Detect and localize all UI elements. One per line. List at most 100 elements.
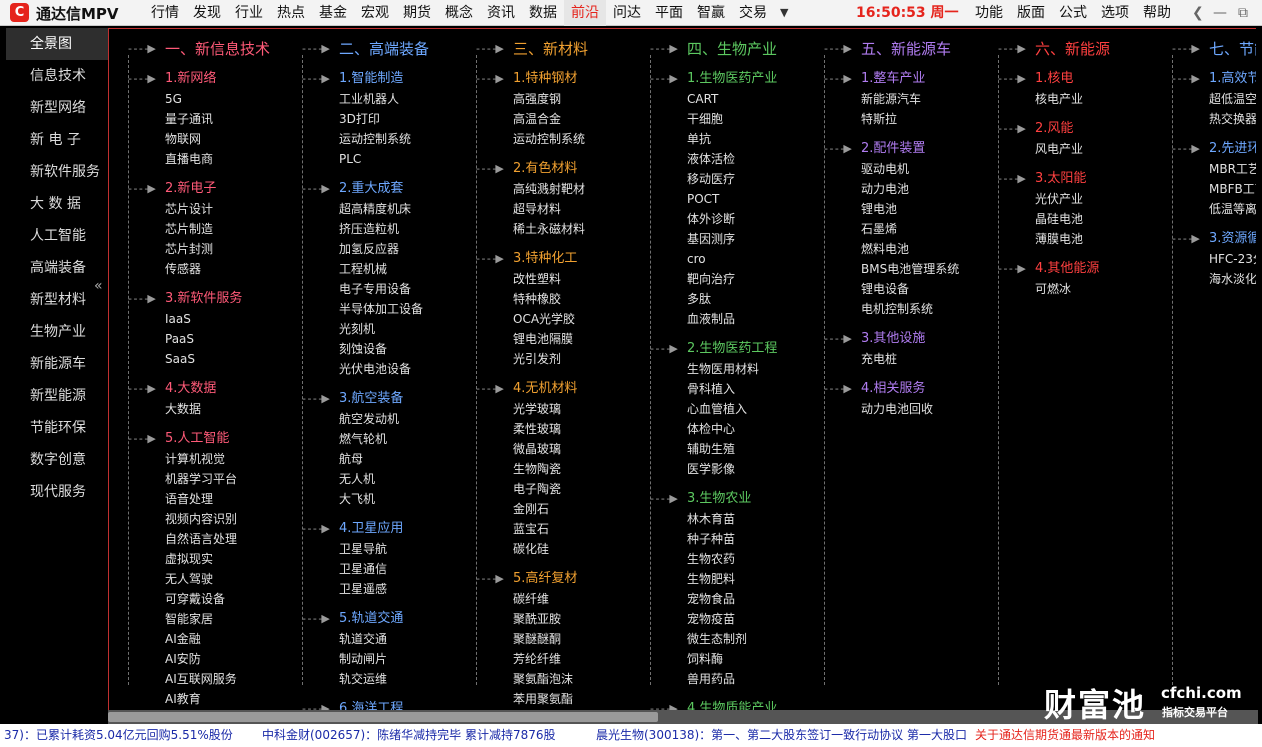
sidebar-item[interactable]: 生物产业: [6, 316, 108, 348]
concept-item[interactable]: 高纯溅射靶材: [513, 179, 585, 199]
concept-item[interactable]: 生物肥料: [687, 569, 735, 589]
concept-item[interactable]: 传感器: [165, 259, 201, 279]
concept-item[interactable]: 基因测序: [687, 229, 735, 249]
concept-item[interactable]: 芯片封测: [165, 239, 213, 259]
concept-item[interactable]: 特斯拉: [861, 109, 897, 129]
concept-item[interactable]: 苯用聚氨酯: [513, 689, 573, 709]
concept-item[interactable]: 新能源汽车: [861, 89, 921, 109]
concept-item[interactable]: 芳纶纤维: [513, 649, 561, 669]
concept-item[interactable]: 海水淡化: [1209, 269, 1256, 289]
concept-item[interactable]: 卫星导航: [339, 539, 387, 559]
concept-item[interactable]: 电子陶瓷: [513, 479, 561, 499]
category-title[interactable]: 六、新能源: [1035, 39, 1110, 59]
concept-item[interactable]: 燃料电池: [861, 239, 909, 259]
concept-item[interactable]: 制动闸片: [339, 649, 387, 669]
menu-item[interactable]: 帮助: [1136, 0, 1178, 26]
menu-item[interactable]: 基金: [312, 0, 354, 26]
concept-item[interactable]: 运动控制系统: [339, 129, 411, 149]
subcategory-label[interactable]: 2.生物医药工程: [687, 339, 777, 359]
subcategory-label[interactable]: 4.无机材料: [513, 379, 577, 399]
concept-item[interactable]: 体检中心: [687, 419, 735, 439]
concept-item[interactable]: 碳化硅: [513, 539, 549, 559]
concept-item[interactable]: 虚拟现实: [165, 549, 213, 569]
subcategory-label[interactable]: 4.生物质能产业: [687, 699, 777, 710]
concept-item[interactable]: 轨道交通: [339, 629, 387, 649]
concept-item[interactable]: 工业机器人: [339, 89, 399, 109]
subcategory-label[interactable]: 4.大数据: [165, 379, 216, 399]
sidebar-item[interactable]: 人工智能: [6, 220, 108, 252]
concept-item[interactable]: 锂电池隔膜: [513, 329, 573, 349]
concept-item[interactable]: 薄膜电池: [1035, 229, 1083, 249]
concept-item[interactable]: 动力电池回收: [861, 399, 933, 419]
menu-item[interactable]: 宏观: [354, 0, 396, 26]
concept-item[interactable]: 多肽: [687, 289, 711, 309]
concept-item[interactable]: 骨科植入: [687, 379, 735, 399]
menu-item[interactable]: 行情: [144, 0, 186, 26]
concept-item[interactable]: HFC-23分: [1209, 249, 1256, 269]
scrollbar-thumb[interactable]: [108, 712, 658, 722]
concept-item[interactable]: 心血管植入: [687, 399, 747, 419]
category-title[interactable]: 四、生物产业: [687, 39, 777, 59]
concept-item[interactable]: AI教育: [165, 689, 201, 709]
subcategory-label[interactable]: 4.卫星应用: [339, 519, 403, 539]
concept-item[interactable]: 机器学习平台: [165, 469, 237, 489]
notice-link[interactable]: 关于通达信期货通最新版本的通知: [975, 724, 1155, 747]
sidebar-item[interactable]: 数字创意: [6, 444, 108, 476]
subcategory-label[interactable]: 4.相关服务: [861, 379, 925, 399]
concept-item[interactable]: 半导体加工设备: [339, 299, 423, 319]
sidebar-item[interactable]: 新能源车: [6, 348, 108, 380]
menu-item[interactable]: 公式: [1052, 0, 1094, 26]
concept-item[interactable]: 大数据: [165, 399, 201, 419]
concept-item[interactable]: IaaS: [165, 309, 191, 329]
concept-item[interactable]: SaaS: [165, 349, 195, 369]
concept-item[interactable]: 自然语言处理: [165, 529, 237, 549]
concept-item[interactable]: 移动医疗: [687, 169, 735, 189]
concept-item[interactable]: 血液制品: [687, 309, 735, 329]
concept-item[interactable]: 视频内容识别: [165, 509, 237, 529]
sidebar-item[interactable]: 节能环保: [6, 412, 108, 444]
sidebar-item[interactable]: 高端装备: [6, 252, 108, 284]
concept-item[interactable]: 兽用药品: [687, 669, 735, 689]
subcategory-label[interactable]: 3.特种化工: [513, 249, 577, 269]
concept-item[interactable]: 高温合金: [513, 109, 561, 129]
concept-item[interactable]: 航空发动机: [339, 409, 399, 429]
subcategory-label[interactable]: 1.高效节能: [1209, 69, 1256, 89]
menu-item[interactable]: 智赢: [690, 0, 732, 26]
concept-item[interactable]: 稀土永磁材料: [513, 219, 585, 239]
subcategory-label[interactable]: 2.配件装置: [861, 139, 925, 159]
concept-item[interactable]: 生物陶瓷: [513, 459, 561, 479]
concept-item[interactable]: PaaS: [165, 329, 194, 349]
concept-item[interactable]: 充电桩: [861, 349, 897, 369]
concept-item[interactable]: AI安防: [165, 649, 201, 669]
concept-item[interactable]: 光伏产业: [1035, 189, 1083, 209]
concept-item[interactable]: 微生态制剂: [687, 629, 747, 649]
concept-item[interactable]: 物联网: [165, 129, 201, 149]
concept-item[interactable]: AI互联网服务: [165, 669, 237, 689]
concept-item[interactable]: 超导材料: [513, 199, 561, 219]
concept-item[interactable]: 碳纤维: [513, 589, 549, 609]
concept-item[interactable]: 光伏电池设备: [339, 359, 411, 379]
sidebar-item[interactable]: 新型网络: [6, 92, 108, 124]
concept-item[interactable]: 轨交运维: [339, 669, 387, 689]
menu-item[interactable]: 功能: [968, 0, 1010, 26]
concept-item[interactable]: BMS电池管理系统: [861, 259, 959, 279]
collapse-sidebar-icon[interactable]: «: [94, 278, 103, 294]
concept-item[interactable]: 微晶玻璃: [513, 439, 561, 459]
concept-item[interactable]: 5G: [165, 89, 182, 109]
minimize-icon[interactable]: —: [1213, 0, 1227, 26]
category-title[interactable]: 七、节能环保: [1209, 39, 1256, 59]
concept-item[interactable]: 宠物疫苗: [687, 609, 735, 629]
menu-item[interactable]: 交易: [732, 0, 774, 26]
concept-item[interactable]: 智能家居: [165, 609, 213, 629]
concept-item[interactable]: 工程机械: [339, 259, 387, 279]
concept-item[interactable]: 超低温空: [1209, 89, 1256, 109]
sidebar-item[interactable]: 全景图: [6, 28, 108, 60]
menu-item[interactable]: 行业: [228, 0, 270, 26]
concept-item[interactable]: CART: [687, 89, 718, 109]
category-title[interactable]: 二、高端装备: [339, 39, 429, 59]
concept-item[interactable]: 电机控制系统: [861, 299, 933, 319]
concept-item[interactable]: 宠物食品: [687, 589, 735, 609]
subcategory-label[interactable]: 5.高纤复材: [513, 569, 577, 589]
menu-more-icon[interactable]: ▼: [774, 0, 794, 26]
subcategory-label[interactable]: 3.太阳能: [1035, 169, 1086, 189]
